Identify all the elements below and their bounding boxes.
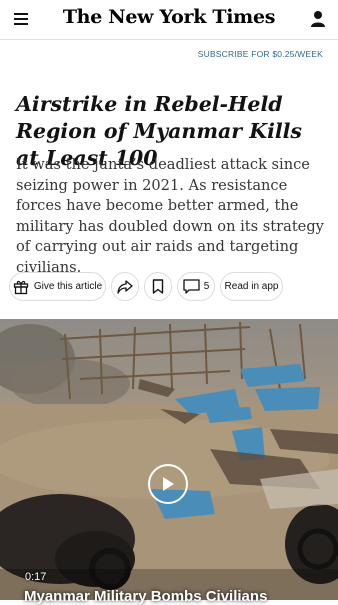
top-bar: The New York Times bbox=[0, 0, 338, 40]
play-icon bbox=[163, 477, 174, 491]
comments-button[interactable]: 5 bbox=[177, 272, 215, 301]
play-button[interactable] bbox=[148, 464, 188, 504]
gift-label: Give this article bbox=[33, 281, 103, 292]
article-summary: It was the junta’s deadliest attack sinc… bbox=[16, 156, 324, 276]
gift-article-button[interactable]: Give this article bbox=[9, 272, 106, 301]
bookmark-icon bbox=[152, 279, 164, 294]
video-duration: 0:17 bbox=[25, 571, 47, 583]
gift-icon bbox=[13, 280, 28, 294]
comment-count: 5 bbox=[203, 281, 210, 292]
video-caption: Myanmar Military Bombs Civilians bbox=[24, 588, 268, 605]
video-thumbnail bbox=[0, 319, 338, 600]
user-icon[interactable] bbox=[310, 10, 326, 28]
video-player[interactable] bbox=[0, 319, 338, 600]
save-button[interactable] bbox=[144, 272, 172, 301]
nyt-logo[interactable]: The New York Times bbox=[0, 6, 338, 28]
share-button[interactable] bbox=[111, 272, 139, 301]
read-in-app-button[interactable]: Read in app bbox=[220, 272, 283, 301]
comment-icon bbox=[183, 279, 200, 294]
subscribe-link[interactable]: SUBSCRIBE FOR $0.25/WEEK bbox=[198, 49, 323, 59]
share-icon bbox=[117, 279, 133, 294]
article-actions: Give this article 5 Read in app bbox=[9, 272, 338, 302]
